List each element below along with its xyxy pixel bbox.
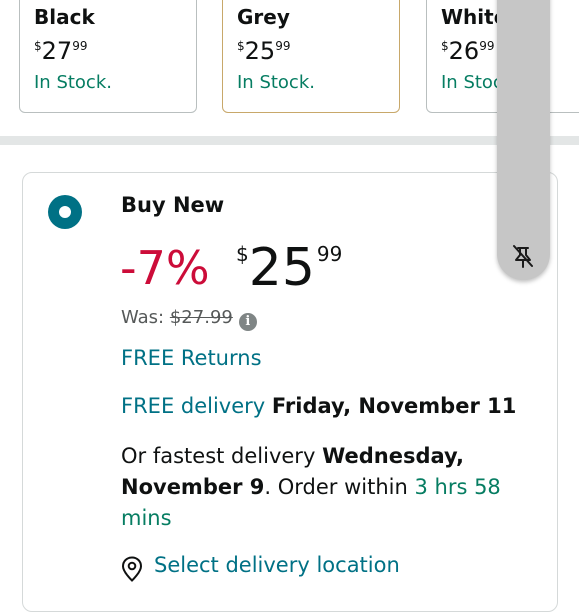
price-symbol: $: [237, 39, 245, 53]
price-fraction: 99: [479, 39, 495, 53]
discount-percent: -7%: [120, 241, 210, 295]
price-whole: 27: [41, 37, 73, 65]
color-swatches: Black $2799 In Stock. Grey $2599 In Stoc…: [0, 0, 579, 136]
fastest-middle: . Order within: [264, 475, 408, 499]
delivery-row: FREE delivery Friday, November 11: [121, 394, 516, 418]
free-delivery-link[interactable]: FREE delivery: [121, 394, 265, 418]
stock-status: In Stock.: [237, 72, 315, 93]
swatch-price: $2599: [237, 37, 290, 65]
buy-new-title: Buy New: [121, 193, 225, 217]
price-whole: 26: [448, 37, 480, 65]
current-price: $25 99: [236, 240, 342, 308]
price-fraction: 99: [275, 39, 291, 53]
swatch-name: Grey: [237, 5, 290, 29]
was-price-row: Was: $27.99 i: [121, 307, 257, 331]
location-pin-icon: [121, 556, 143, 582]
section-divider: [0, 136, 579, 145]
no-drag-icon: [513, 245, 533, 268]
was-label: Was:: [121, 307, 165, 328]
fastest-prefix: Or fastest delivery: [121, 444, 316, 468]
free-returns-link[interactable]: FREE Returns: [121, 346, 262, 370]
was-price: $27.99: [169, 307, 233, 328]
swatch-black[interactable]: Black $2799 In Stock.: [19, 0, 197, 113]
price-fraction: 99: [72, 39, 88, 53]
price-whole: 25: [244, 37, 276, 65]
price-whole: 25: [248, 238, 315, 298]
scroll-handle[interactable]: [497, 0, 550, 280]
buy-new-radio[interactable]: [48, 195, 82, 229]
stock-status: In Stock.: [34, 72, 112, 93]
price-symbol: $: [441, 39, 449, 53]
swatch-price: $2799: [34, 37, 87, 65]
swatch-price: $2699: [441, 37, 494, 65]
price-fraction: 99: [316, 242, 343, 266]
info-icon[interactable]: i: [238, 313, 257, 331]
swatch-name: Black: [34, 5, 95, 29]
price-symbol: $: [34, 39, 42, 53]
swatch-grey[interactable]: Grey $2599 In Stock.: [222, 0, 400, 113]
fastest-delivery-text: Or fastest delivery Wednesday, November …: [121, 441, 521, 534]
select-delivery-location-link[interactable]: Select delivery location: [154, 553, 400, 577]
price-symbol: $: [236, 242, 249, 266]
delivery-date: Friday, November 11: [271, 394, 517, 418]
